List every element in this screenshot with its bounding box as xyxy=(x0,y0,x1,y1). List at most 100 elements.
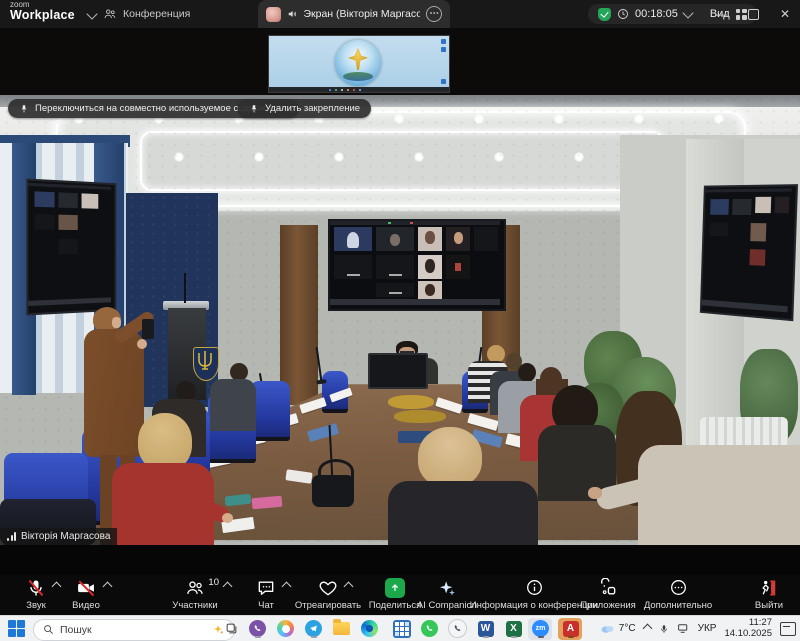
calculator-icon xyxy=(393,620,411,638)
participants-options-caret[interactable] xyxy=(223,582,233,592)
participant-figure xyxy=(455,263,461,271)
thumbnail-mini-taskbar xyxy=(269,87,449,92)
participant-tile xyxy=(418,281,442,299)
taskbar-clock[interactable]: 11:27 14.10.2025 xyxy=(724,618,772,640)
participant-tile xyxy=(418,255,442,279)
avatar xyxy=(266,7,281,22)
apps-button[interactable]: Приложения xyxy=(578,577,638,611)
person-head xyxy=(518,363,536,382)
leave-button[interactable]: Выйти xyxy=(744,577,794,611)
person-body xyxy=(388,481,538,545)
copilot-icon xyxy=(277,620,294,637)
maximize-button[interactable] xyxy=(738,0,768,28)
taskbar-date: 14.10.2025 xyxy=(724,629,772,640)
main-video-feed[interactable]: Переключиться на совместно используемое … xyxy=(0,95,800,545)
chevron-down-icon[interactable] xyxy=(682,7,693,18)
person-head xyxy=(176,381,196,401)
audio-options-caret[interactable] xyxy=(52,582,62,592)
start-button[interactable] xyxy=(7,619,26,638)
camera-off-icon xyxy=(75,578,97,598)
heart-icon xyxy=(318,578,338,598)
tab-options-icon[interactable] xyxy=(426,6,442,22)
video-button[interactable]: Видео xyxy=(62,577,110,611)
calculator-button[interactable] xyxy=(392,619,411,638)
language-indicator[interactable]: УКР xyxy=(698,623,717,634)
signal-bars-icon xyxy=(7,532,16,541)
zoom-workplace-logo[interactable]: zoom Workplace xyxy=(10,1,75,22)
pin-icon xyxy=(249,103,259,115)
more-button[interactable]: Дополнительно xyxy=(636,577,720,611)
acrobat-button[interactable]: A xyxy=(561,619,580,638)
tab-screen-share[interactable]: Экран (Вікторія Маргасова) xyxy=(258,0,450,28)
tab-conference[interactable]: Конференция xyxy=(103,0,190,28)
brand-bottom: Workplace xyxy=(10,9,75,22)
chevron-down-icon[interactable] xyxy=(86,8,97,19)
shared-screen-logo xyxy=(335,40,381,86)
running-indicator xyxy=(511,636,517,638)
remove-pin-button[interactable]: Удалить закрепление xyxy=(238,99,371,118)
leave-meeting-icon xyxy=(759,578,779,598)
window-titlebar: zoom Workplace Конференция Экран (Віктор… xyxy=(0,0,800,28)
chat-button-label: Чат xyxy=(258,600,274,611)
file-explorer-button[interactable] xyxy=(332,619,351,638)
thumb-icon xyxy=(441,39,446,44)
folder-icon xyxy=(333,622,350,635)
whatsapp-icon xyxy=(421,620,438,637)
shared-screen-thumbnail[interactable] xyxy=(268,35,450,93)
meeting-timer[interactable]: 00:18:05 xyxy=(635,8,678,20)
close-button[interactable]: ✕ xyxy=(770,0,800,28)
minimize-button[interactable]: — xyxy=(706,0,736,28)
taskbar-search[interactable]: Пошук xyxy=(33,619,235,641)
audio-button[interactable]: Звук xyxy=(12,577,60,611)
chat-button[interactable]: Чат xyxy=(246,577,286,611)
microphone-muted-icon xyxy=(26,578,46,598)
telegram-button[interactable] xyxy=(304,619,323,638)
excel-button[interactable]: X xyxy=(504,619,523,638)
apps-icon xyxy=(598,578,618,598)
video-options-caret[interactable] xyxy=(103,582,113,592)
coat-of-arms xyxy=(193,347,219,381)
meeting-toolbar: Звук Видео 10 Участники xyxy=(0,575,800,615)
whatsapp-button[interactable] xyxy=(420,619,439,638)
copilot-button[interactable] xyxy=(276,619,295,638)
running-indicator xyxy=(311,636,317,638)
tab-conference-label: Конференция xyxy=(123,8,190,20)
participants-button[interactable]: 10 Участники xyxy=(162,577,228,611)
standing-woman-face xyxy=(112,317,121,328)
weather-widget[interactable]: 7°C xyxy=(600,623,636,634)
task-view-button[interactable] xyxy=(222,619,241,638)
word-button[interactable]: W xyxy=(476,619,495,638)
zoom-app-button[interactable]: zm xyxy=(531,619,550,638)
participant-tile xyxy=(474,227,498,251)
react-options-caret[interactable] xyxy=(344,582,354,592)
edge-button[interactable] xyxy=(360,619,379,638)
participant-tile xyxy=(334,227,372,251)
windows-logo-icon xyxy=(8,620,26,638)
letterbox-bar xyxy=(0,545,800,575)
participant-name-tile xyxy=(376,283,414,297)
notification-center-icon[interactable] xyxy=(780,622,796,636)
security-shield-icon[interactable] xyxy=(598,8,611,21)
participant-tile xyxy=(446,255,470,279)
excel-icon: X xyxy=(506,621,522,637)
windows-taskbar: Пошук xyxy=(0,615,800,641)
participant-name-tile xyxy=(376,255,414,279)
participant-figure xyxy=(347,232,359,248)
chair xyxy=(250,381,290,441)
phone-app-button[interactable] xyxy=(448,619,467,638)
react-button[interactable]: Отреагировать xyxy=(292,577,364,611)
tab-screen-label: Экран (Вікторія Маргасова) xyxy=(303,8,420,20)
tray-network-icon[interactable] xyxy=(677,623,690,634)
participant-tile xyxy=(446,227,470,251)
chat-options-caret[interactable] xyxy=(282,582,292,592)
tray-overflow-chevron[interactable] xyxy=(642,624,652,634)
participant-nameplate: Вікторія Маргасова xyxy=(0,528,117,545)
zoom-app-icon: zm xyxy=(532,620,549,637)
viber-button[interactable] xyxy=(248,619,267,638)
people-icon xyxy=(103,7,117,21)
more-ellipsis-icon xyxy=(669,578,688,597)
tray-microphone-icon[interactable] xyxy=(659,623,669,635)
unpin-button-label: Удалить закрепление xyxy=(265,103,360,114)
weather-temp: 7°C xyxy=(619,623,636,634)
viber-icon xyxy=(249,620,266,637)
